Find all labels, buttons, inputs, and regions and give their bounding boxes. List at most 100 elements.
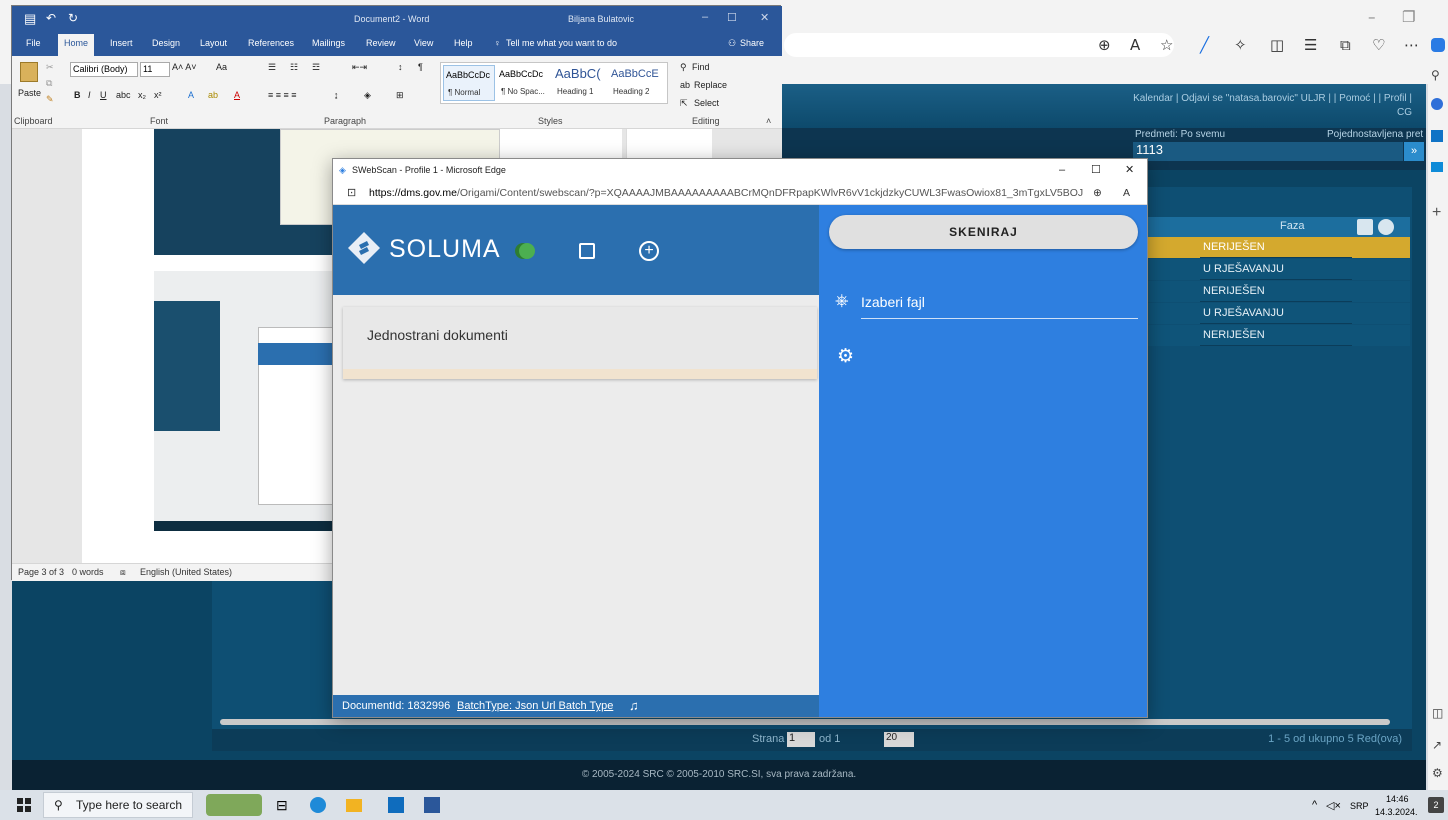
copy-icon[interactable]: ⧉ bbox=[46, 78, 52, 89]
add-icon[interactable]: + bbox=[1432, 204, 1441, 222]
change-case-icon[interactable]: Aa bbox=[216, 62, 227, 72]
close-icon[interactable]: ✕ bbox=[1125, 159, 1134, 181]
collections-icon[interactable]: ⧉ bbox=[1340, 36, 1351, 54]
redo-icon[interactable]: ↻ bbox=[68, 11, 78, 25]
document-icon[interactable] bbox=[579, 243, 595, 259]
share-button[interactable]: Share bbox=[740, 38, 764, 48]
page-size-select[interactable]: 20 bbox=[884, 732, 914, 747]
bullets-icon[interactable]: ☰ bbox=[268, 62, 276, 73]
read-aloud-icon[interactable]: A bbox=[1123, 181, 1130, 205]
numbering-icon[interactable]: ☷ bbox=[290, 62, 298, 73]
tab-references[interactable]: References bbox=[248, 38, 294, 48]
tab-design[interactable]: Design bbox=[152, 38, 180, 48]
bell-icon[interactable]: ♫ bbox=[629, 695, 639, 717]
shopping-icon[interactable] bbox=[1431, 98, 1443, 110]
more-icon[interactable]: ⋯ bbox=[1404, 36, 1419, 54]
windows-start-icon[interactable] bbox=[17, 798, 31, 812]
tab-help[interactable]: Help bbox=[454, 38, 473, 48]
pager-page-input[interactable]: 1 bbox=[787, 732, 815, 747]
tab-view[interactable]: View bbox=[414, 38, 433, 48]
close-icon[interactable]: ✕ bbox=[760, 11, 769, 24]
paste-icon[interactable] bbox=[20, 62, 38, 82]
file-explorer-icon[interactable] bbox=[346, 799, 362, 812]
italic-icon[interactable]: I bbox=[88, 90, 91, 100]
notification-badge[interactable]: 2 bbox=[1428, 797, 1444, 813]
favorites-list-icon[interactable]: ☰ bbox=[1304, 36, 1317, 54]
outlook-icon[interactable] bbox=[1431, 130, 1443, 142]
underline-icon[interactable]: U bbox=[100, 90, 107, 100]
scan-url[interactable]: https://dms.gov.me/Origami/Content/swebs… bbox=[369, 181, 1083, 205]
strikethrough-icon[interactable]: abc bbox=[116, 90, 131, 100]
extensions-icon[interactable]: ✧ bbox=[1234, 36, 1247, 54]
horizontal-scrollbar[interactable] bbox=[220, 719, 1390, 725]
replace-button[interactable]: Replace bbox=[694, 80, 727, 90]
find-button[interactable]: Find bbox=[692, 62, 710, 72]
word-taskbar-icon[interactable] bbox=[424, 797, 440, 813]
settings-icon[interactable]: ⚙ bbox=[1432, 766, 1443, 780]
browser-address-bar[interactable] bbox=[784, 33, 1174, 57]
paste-button[interactable]: Paste bbox=[18, 88, 41, 98]
lock-icon[interactable]: ⊡ bbox=[347, 181, 356, 205]
highlight-icon[interactable]: ab bbox=[208, 90, 218, 100]
language-status[interactable]: English (United States) bbox=[140, 564, 232, 581]
bold-icon[interactable]: B bbox=[74, 90, 81, 100]
edge-taskbar-icon[interactable] bbox=[310, 797, 326, 813]
indent-icon[interactable]: ⇤⇥ bbox=[352, 62, 367, 73]
style-normal[interactable]: AaBbCcDc ¶ Normal bbox=[443, 65, 495, 101]
zoom-icon[interactable]: ⊕ bbox=[1098, 36, 1111, 54]
minimize-icon[interactable]: – bbox=[1059, 159, 1065, 181]
split-icon[interactable]: ◫ bbox=[1270, 36, 1284, 54]
task-view-icon[interactable]: ⊟ bbox=[276, 797, 288, 814]
tab-insert[interactable]: Insert bbox=[110, 38, 133, 48]
search-go-button[interactable]: » bbox=[1404, 142, 1424, 161]
tab-mailings[interactable]: Mailings bbox=[312, 38, 345, 48]
faza-column-header[interactable]: Faza bbox=[1280, 220, 1304, 232]
font-color-icon[interactable]: A bbox=[234, 90, 240, 100]
restore-icon[interactable]: ☐ bbox=[727, 11, 737, 24]
copilot-icon[interactable] bbox=[1431, 38, 1445, 52]
outlook-taskbar-icon[interactable] bbox=[388, 797, 404, 813]
tab-file[interactable]: File bbox=[26, 38, 41, 48]
input-language[interactable]: SRP bbox=[1350, 801, 1369, 811]
search-icon[interactable]: ⚲ bbox=[1431, 68, 1440, 82]
external-icon[interactable]: ↗ bbox=[1432, 738, 1442, 752]
borders-icon[interactable]: ⊞ bbox=[396, 90, 404, 101]
multilevel-icon[interactable]: ☲ bbox=[312, 62, 320, 73]
taskbar-search[interactable]: ⚲ Type here to search bbox=[43, 792, 193, 818]
sort-icon[interactable]: ↕ bbox=[398, 62, 403, 72]
games-icon[interactable] bbox=[1431, 162, 1443, 172]
pojednostavljena-label[interactable]: Pojednostavljena pret bbox=[1327, 129, 1423, 140]
undo-icon[interactable]: ↶ bbox=[46, 11, 56, 25]
pen-icon[interactable]: ╱ bbox=[1200, 36, 1209, 54]
clock-time[interactable]: 14:46 bbox=[1386, 794, 1409, 804]
tab-review[interactable]: Review bbox=[366, 38, 396, 48]
favorite-icon[interactable]: ☆ bbox=[1160, 36, 1173, 54]
page-count[interactable]: Page 3 of 3 bbox=[18, 564, 64, 581]
clock-date[interactable]: 14.3.2024. bbox=[1375, 807, 1418, 817]
show-marks-icon[interactable]: ¶ bbox=[418, 62, 423, 72]
header-links[interactable]: Kalendar | Odjavi se "natasa.barovic" UL… bbox=[1132, 92, 1412, 120]
tab-layout[interactable]: Layout bbox=[200, 38, 227, 48]
read-aloud-icon[interactable]: A bbox=[1130, 36, 1140, 54]
zoom-icon[interactable]: ⊕ bbox=[1093, 181, 1102, 205]
file-picker-field[interactable]: Izaberi fajl bbox=[861, 287, 1138, 319]
settings-icon[interactable]: ⚙ bbox=[837, 345, 854, 367]
word-user-name[interactable]: Biljana Bulatovic bbox=[568, 14, 634, 24]
tab-home[interactable]: Home bbox=[58, 34, 95, 56]
skeniraj-button[interactable]: SKENIRAJ bbox=[829, 215, 1138, 249]
restore-icon[interactable]: ❐ bbox=[1402, 8, 1415, 26]
font-name-select[interactable]: Calibri (Body) bbox=[70, 62, 138, 77]
document-card[interactable]: Jednostrani dokumenti bbox=[343, 307, 817, 379]
tell-me-search[interactable]: Tell me what you want to do bbox=[506, 38, 617, 48]
sidebar-toggle-icon[interactable]: ◫ bbox=[1432, 706, 1443, 720]
style-heading-1[interactable]: AaBbC( Heading 1 bbox=[553, 65, 607, 101]
batch-type-link[interactable]: BatchType: Json Url Batch Type bbox=[457, 695, 613, 717]
scan-url-bar[interactable]: ⊡ https://dms.gov.me/Origami/Content/swe… bbox=[333, 181, 1147, 205]
add-icon[interactable]: + bbox=[639, 241, 659, 261]
minimize-icon[interactable]: – bbox=[1368, 8, 1376, 26]
cut-icon[interactable]: ✂ bbox=[46, 62, 54, 73]
shading-icon[interactable]: ◈ bbox=[364, 90, 371, 101]
save-icon[interactable]: ▤ bbox=[24, 11, 36, 27]
style-no-spacing[interactable]: AaBbCcDc ¶ No Spac... bbox=[497, 65, 551, 101]
align-icon[interactable]: ≡ ≡ ≡ ≡ bbox=[268, 90, 297, 100]
